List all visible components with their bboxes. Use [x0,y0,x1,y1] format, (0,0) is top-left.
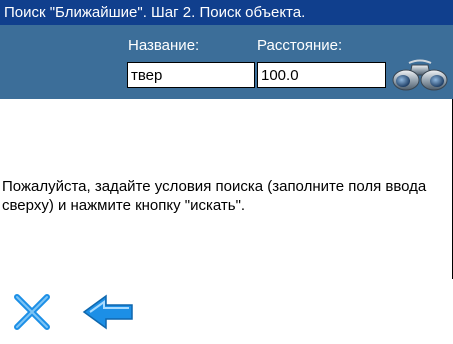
distance-input[interactable] [257,62,386,88]
content-area: Пожалуйста, задайте условия поиска (запо… [0,99,453,279]
name-input[interactable] [127,62,255,88]
search-form-panel: Название: Расстояние: [0,25,453,100]
close-icon[interactable] [12,292,52,332]
binoculars-icon[interactable] [392,55,448,95]
instruction-text: Пожалуйста, задайте условия поиска (запо… [2,178,427,214]
window-title: Поиск "Ближайшие". Шаг 2. Поиск объекта. [0,0,453,25]
name-label: Название: [128,37,200,54]
back-arrow-icon[interactable] [82,292,134,332]
distance-label: Расстояние: [257,37,343,54]
